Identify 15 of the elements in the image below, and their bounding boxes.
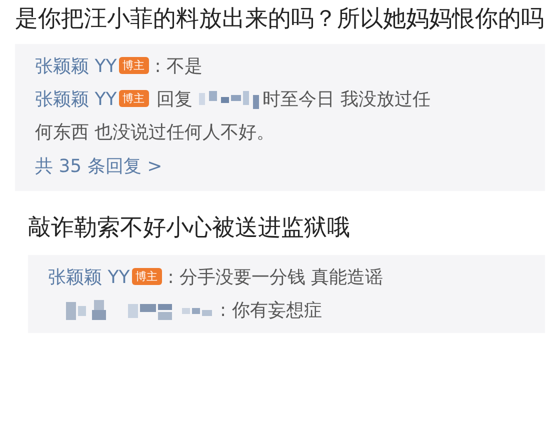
username-link[interactable]: 张颖颖 YY <box>35 56 117 77</box>
reply-text: : 分手没要一分钱 真能造谣 <box>168 267 384 288</box>
view-replies-link[interactable]: 共 35 条回复 > <box>35 149 535 185</box>
username-link[interactable]: 张颖颖 YY <box>48 267 130 288</box>
reply-text: : 你有妄想症 <box>220 300 322 321</box>
reply-text: 时至今日 我没放过任 <box>262 89 430 110</box>
comment-text: 敲诈勒索不好小心被送进监狱哦 <box>28 214 351 243</box>
username-link[interactable]: 张颖颖 YY <box>35 89 117 110</box>
comment-text: 是你把汪小菲的料放出来的吗？所以她妈妈恨你的吗 <box>15 5 545 34</box>
reply-text: : 不是 <box>154 56 203 77</box>
blogger-badge: 博主 <box>118 57 149 74</box>
blogger-badge: 博主 <box>118 90 149 107</box>
reply-text: 何东西 也没说过任何人不好。 <box>35 122 275 143</box>
reply-label: 回复 <box>156 89 193 110</box>
blogger-badge: 博主 <box>132 268 162 285</box>
